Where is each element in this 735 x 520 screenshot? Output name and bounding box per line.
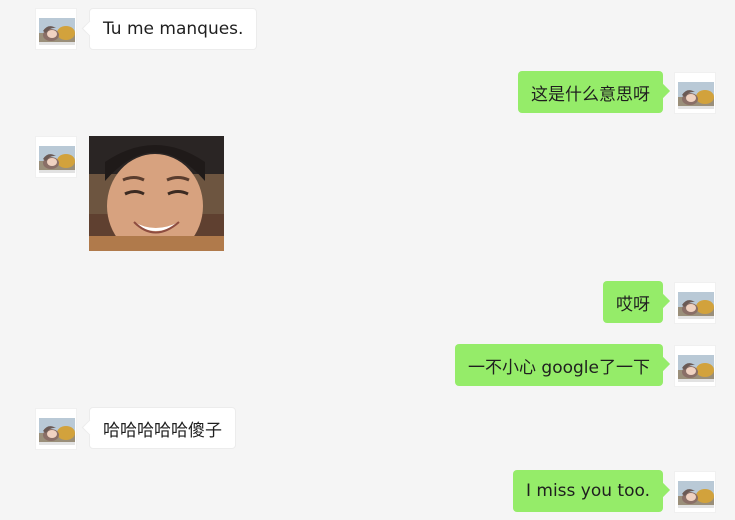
message-text: 哈哈哈哈哈傻子 <box>103 420 222 441</box>
contact-avatar[interactable] <box>35 136 77 178</box>
message-text: 一不小心 google了一下 <box>468 357 650 378</box>
outgoing-message-bubble[interactable]: 这是什么意思呀 <box>518 71 663 113</box>
user-avatar[interactable] <box>674 72 716 114</box>
incoming-message-bubble[interactable]: Tu me manques. <box>89 8 258 50</box>
user-avatar[interactable] <box>674 345 716 387</box>
message-text: Tu me manques. <box>103 19 244 39</box>
avatar-icon <box>36 409 77 450</box>
avatar-icon <box>675 472 716 513</box>
contact-avatar[interactable] <box>35 8 77 50</box>
contact-avatar[interactable] <box>35 408 77 450</box>
chat-area: Tu me manques. 这是什么意思呀 哎呀 一不小心 google了一下… <box>0 0 735 520</box>
outgoing-message-bubble[interactable]: I miss you too. <box>512 470 663 512</box>
avatar-icon <box>675 346 716 387</box>
message-text: 这是什么意思呀 <box>531 84 650 105</box>
message-text: 哎呀 <box>616 294 650 315</box>
outgoing-message-bubble[interactable]: 一不小心 google了一下 <box>455 344 663 386</box>
avatar-icon <box>675 283 716 324</box>
incoming-message-bubble[interactable]: 哈哈哈哈哈傻子 <box>89 407 236 449</box>
outgoing-message-bubble[interactable]: 哎呀 <box>603 281 663 323</box>
avatar-icon <box>36 9 77 50</box>
smiling-boy-photo[interactable] <box>89 136 224 251</box>
avatar-icon <box>675 73 716 114</box>
avatar-icon <box>36 137 77 178</box>
photo-image <box>89 136 224 251</box>
user-avatar[interactable] <box>674 471 716 513</box>
user-avatar[interactable] <box>674 282 716 324</box>
message-text: I miss you too. <box>525 481 650 501</box>
